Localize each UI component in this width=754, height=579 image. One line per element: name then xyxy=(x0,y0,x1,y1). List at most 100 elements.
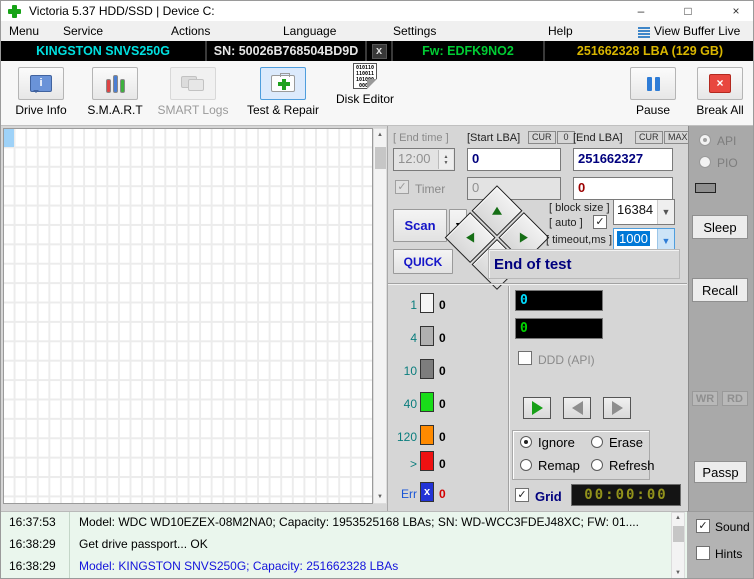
quick-button[interactable]: QUICK xyxy=(393,249,453,274)
scroll-up-icon[interactable]: ▲ xyxy=(374,132,386,138)
scan-button[interactable]: Scan xyxy=(393,209,447,242)
radio-erase[interactable] xyxy=(591,436,603,448)
maximize-button[interactable]: □ xyxy=(671,1,705,21)
step-forward-button[interactable] xyxy=(603,397,631,419)
minimize-button[interactable]: – xyxy=(624,1,658,21)
sound-label[interactable]: Sound xyxy=(715,520,750,534)
menu-item-menu[interactable]: Menu xyxy=(9,24,39,38)
forward-icon xyxy=(612,401,623,415)
speed-label-40: 40 xyxy=(389,397,417,411)
hints-checkbox[interactable] xyxy=(696,546,710,560)
toolbar-break-all[interactable]: × Break All xyxy=(689,67,751,117)
toolbar-label: SMART Logs xyxy=(153,103,233,117)
end-time-spinner[interactable]: 12:00 ▲ ▼ xyxy=(393,148,455,171)
start-lba-input[interactable]: 0 xyxy=(467,148,561,171)
title-bar: Victoria 5.37 HDD/SSD | Device C: – □ × xyxy=(1,1,754,21)
toolbar-disk-editor[interactable]: 010110 110011 101000 0001 Disk Editor xyxy=(333,63,397,106)
close-button[interactable]: × xyxy=(719,1,753,21)
end-lba-cur-button[interactable]: CUR xyxy=(635,131,663,144)
timeout-label: [ timeout,ms ] xyxy=(546,234,612,246)
menu-item-help[interactable]: Help xyxy=(548,24,573,38)
log-scroll-thumb[interactable] xyxy=(673,526,684,542)
grid-label: Grid xyxy=(535,489,562,504)
toolbar-label: Drive Info xyxy=(9,103,73,117)
device-info-bar: KINGSTON SNVS250G SN: 50026B768504BD9D x… xyxy=(1,41,754,61)
toolbar-drive-info[interactable]: i Drive Info xyxy=(9,67,73,117)
toolbar-test-repair[interactable]: Test & Repair xyxy=(241,67,325,117)
radio-ignore-label[interactable]: Ignore xyxy=(538,435,575,450)
scroll-down-icon[interactable]: ▼ xyxy=(374,494,386,500)
log-scrollbar[interactable]: ▲ ▼ xyxy=(671,512,685,579)
radio-remap[interactable] xyxy=(520,459,532,471)
timer-checkbox[interactable]: ✓ xyxy=(395,180,409,194)
canvas-scrollbar[interactable]: ▲ ▼ xyxy=(373,128,387,504)
chevron-down-icon[interactable]: ▼ xyxy=(657,200,674,224)
radio-remap-label[interactable]: Remap xyxy=(538,458,580,473)
up-arrow-icon xyxy=(492,207,502,215)
toolbar-smart[interactable]: S.M.A.R.T xyxy=(83,67,147,117)
smart-tubes-icon xyxy=(106,75,125,93)
radio-refresh-label[interactable]: Refresh xyxy=(609,458,655,473)
recall-button[interactable]: Recall xyxy=(692,278,748,302)
speed-block-4 xyxy=(420,326,434,346)
break-x-icon: × xyxy=(709,74,731,93)
errors-count-input[interactable]: 0 xyxy=(573,177,673,200)
device-serial: SN: 50026B768504BD9D xyxy=(207,41,367,61)
speed-block-err: x xyxy=(420,482,434,502)
speed-label-4: 4 xyxy=(389,331,417,345)
toolbar-label: S.M.A.R.T xyxy=(83,103,147,117)
auto-label: [ auto ] xyxy=(549,217,583,229)
canvas-scroll-thumb[interactable] xyxy=(375,147,386,169)
speed-label-10: 10 xyxy=(389,364,417,378)
menu-bar: Menu Service Actions Language Settings H… xyxy=(1,21,754,41)
scroll-down-icon[interactable]: ▼ xyxy=(672,570,684,576)
timer-label: Timer xyxy=(415,182,445,196)
hints-label[interactable]: Hints xyxy=(715,547,742,561)
radio-ignore[interactable] xyxy=(520,436,532,448)
spin-down-icon[interactable]: ▼ xyxy=(439,160,453,166)
ddd-checkbox[interactable] xyxy=(518,351,532,365)
radio-refresh[interactable] xyxy=(591,459,603,471)
time-spinner-arrows[interactable]: ▲ ▼ xyxy=(438,150,453,169)
log-message: Model: WDC WD10EZEX-08M2NA0; Capacity: 1… xyxy=(79,515,639,529)
menu-item-settings[interactable]: Settings xyxy=(393,24,436,38)
lcd-position-display: 0 xyxy=(515,318,603,339)
menu-item-actions[interactable]: Actions xyxy=(171,24,210,38)
panel-divider xyxy=(388,283,687,285)
scan-grid-canvas[interactable] xyxy=(3,128,373,504)
speed-block-120 xyxy=(420,425,434,445)
radio-pio[interactable] xyxy=(699,156,711,168)
auto-checkbox[interactable]: ✓ xyxy=(593,215,607,229)
radio-erase-label[interactable]: Erase xyxy=(609,435,643,450)
menu-item-service[interactable]: Service xyxy=(63,24,103,38)
device-model[interactable]: KINGSTON SNVS250G xyxy=(1,41,207,61)
toolbar-pause[interactable]: Pause xyxy=(625,67,681,117)
sound-checkbox[interactable]: ✓ xyxy=(696,519,710,533)
log-time: 16:38:29 xyxy=(9,537,64,551)
grid-checkbox[interactable]: ✓ xyxy=(515,488,529,502)
smart-logs-icon xyxy=(181,76,205,92)
device-firmware: Fw: EDFK9NO2 xyxy=(393,41,545,61)
menu-item-language[interactable]: Language xyxy=(283,24,336,38)
info-close-button[interactable]: x xyxy=(372,44,387,59)
end-lba-label: [End LBA] xyxy=(573,132,623,144)
passp-button[interactable]: Passp xyxy=(694,461,747,483)
end-lba-input[interactable]: 251662327 xyxy=(573,148,673,171)
toolbar-label: Test & Repair xyxy=(241,103,325,117)
device-capacity: 251662328 LBA (129 GB) xyxy=(545,41,754,61)
speed-block-40 xyxy=(420,392,434,412)
play-icon xyxy=(532,401,543,415)
radio-api-label: API xyxy=(717,134,736,148)
block-size-combo[interactable]: 16384 ▼ xyxy=(613,199,675,225)
wr-button: WR xyxy=(692,391,718,406)
end-of-test-box[interactable]: End of test xyxy=(488,249,680,279)
step-back-button[interactable] xyxy=(563,397,591,419)
radio-api[interactable] xyxy=(699,134,711,146)
speed-block-1 xyxy=(420,293,434,313)
play-button[interactable] xyxy=(523,397,551,419)
view-buffer-live-button[interactable]: View Buffer Live xyxy=(654,24,740,38)
sleep-button[interactable]: Sleep xyxy=(692,215,748,239)
window-title: Victoria 5.37 HDD/SSD | Device C: xyxy=(29,4,215,18)
scroll-up-icon[interactable]: ▲ xyxy=(672,515,684,521)
start-lba-cur-button[interactable]: CUR xyxy=(528,131,556,144)
